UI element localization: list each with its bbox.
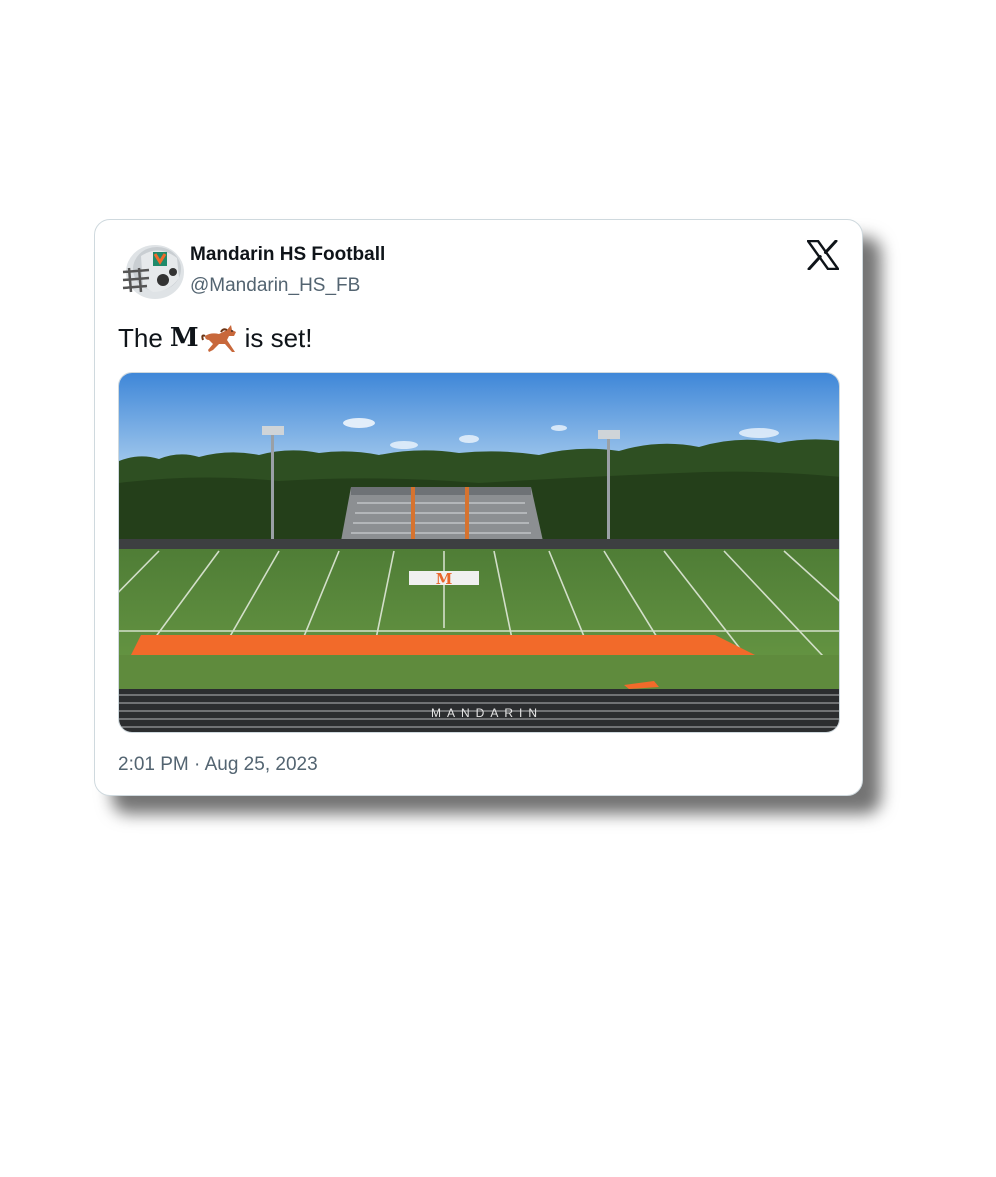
tweet-text-after: is set! <box>244 322 313 353</box>
helmet-avatar-icon <box>122 245 184 299</box>
tweet-text: The M is set! <box>118 322 313 354</box>
avatar[interactable] <box>119 242 185 300</box>
tweet-media-image[interactable]: M MANDARIN <box>118 372 840 733</box>
horse-emoji-icon <box>200 325 236 352</box>
track-banner-text: MANDARIN <box>431 706 543 720</box>
tweet-card: Mandarin HS Football @Mandarin_HS_FB The… <box>94 219 863 796</box>
user-handle[interactable]: @Mandarin_HS_FB <box>190 275 360 297</box>
tweet-text-before: The <box>118 322 163 353</box>
field-logo: M <box>436 570 453 588</box>
display-name[interactable]: Mandarin HS Football <box>190 244 385 266</box>
tweet-text-bold-m: M <box>169 323 199 353</box>
tweet-timestamp[interactable]: 2:01 PM · Aug 25, 2023 <box>118 754 318 776</box>
x-logo-icon[interactable] <box>806 239 840 271</box>
